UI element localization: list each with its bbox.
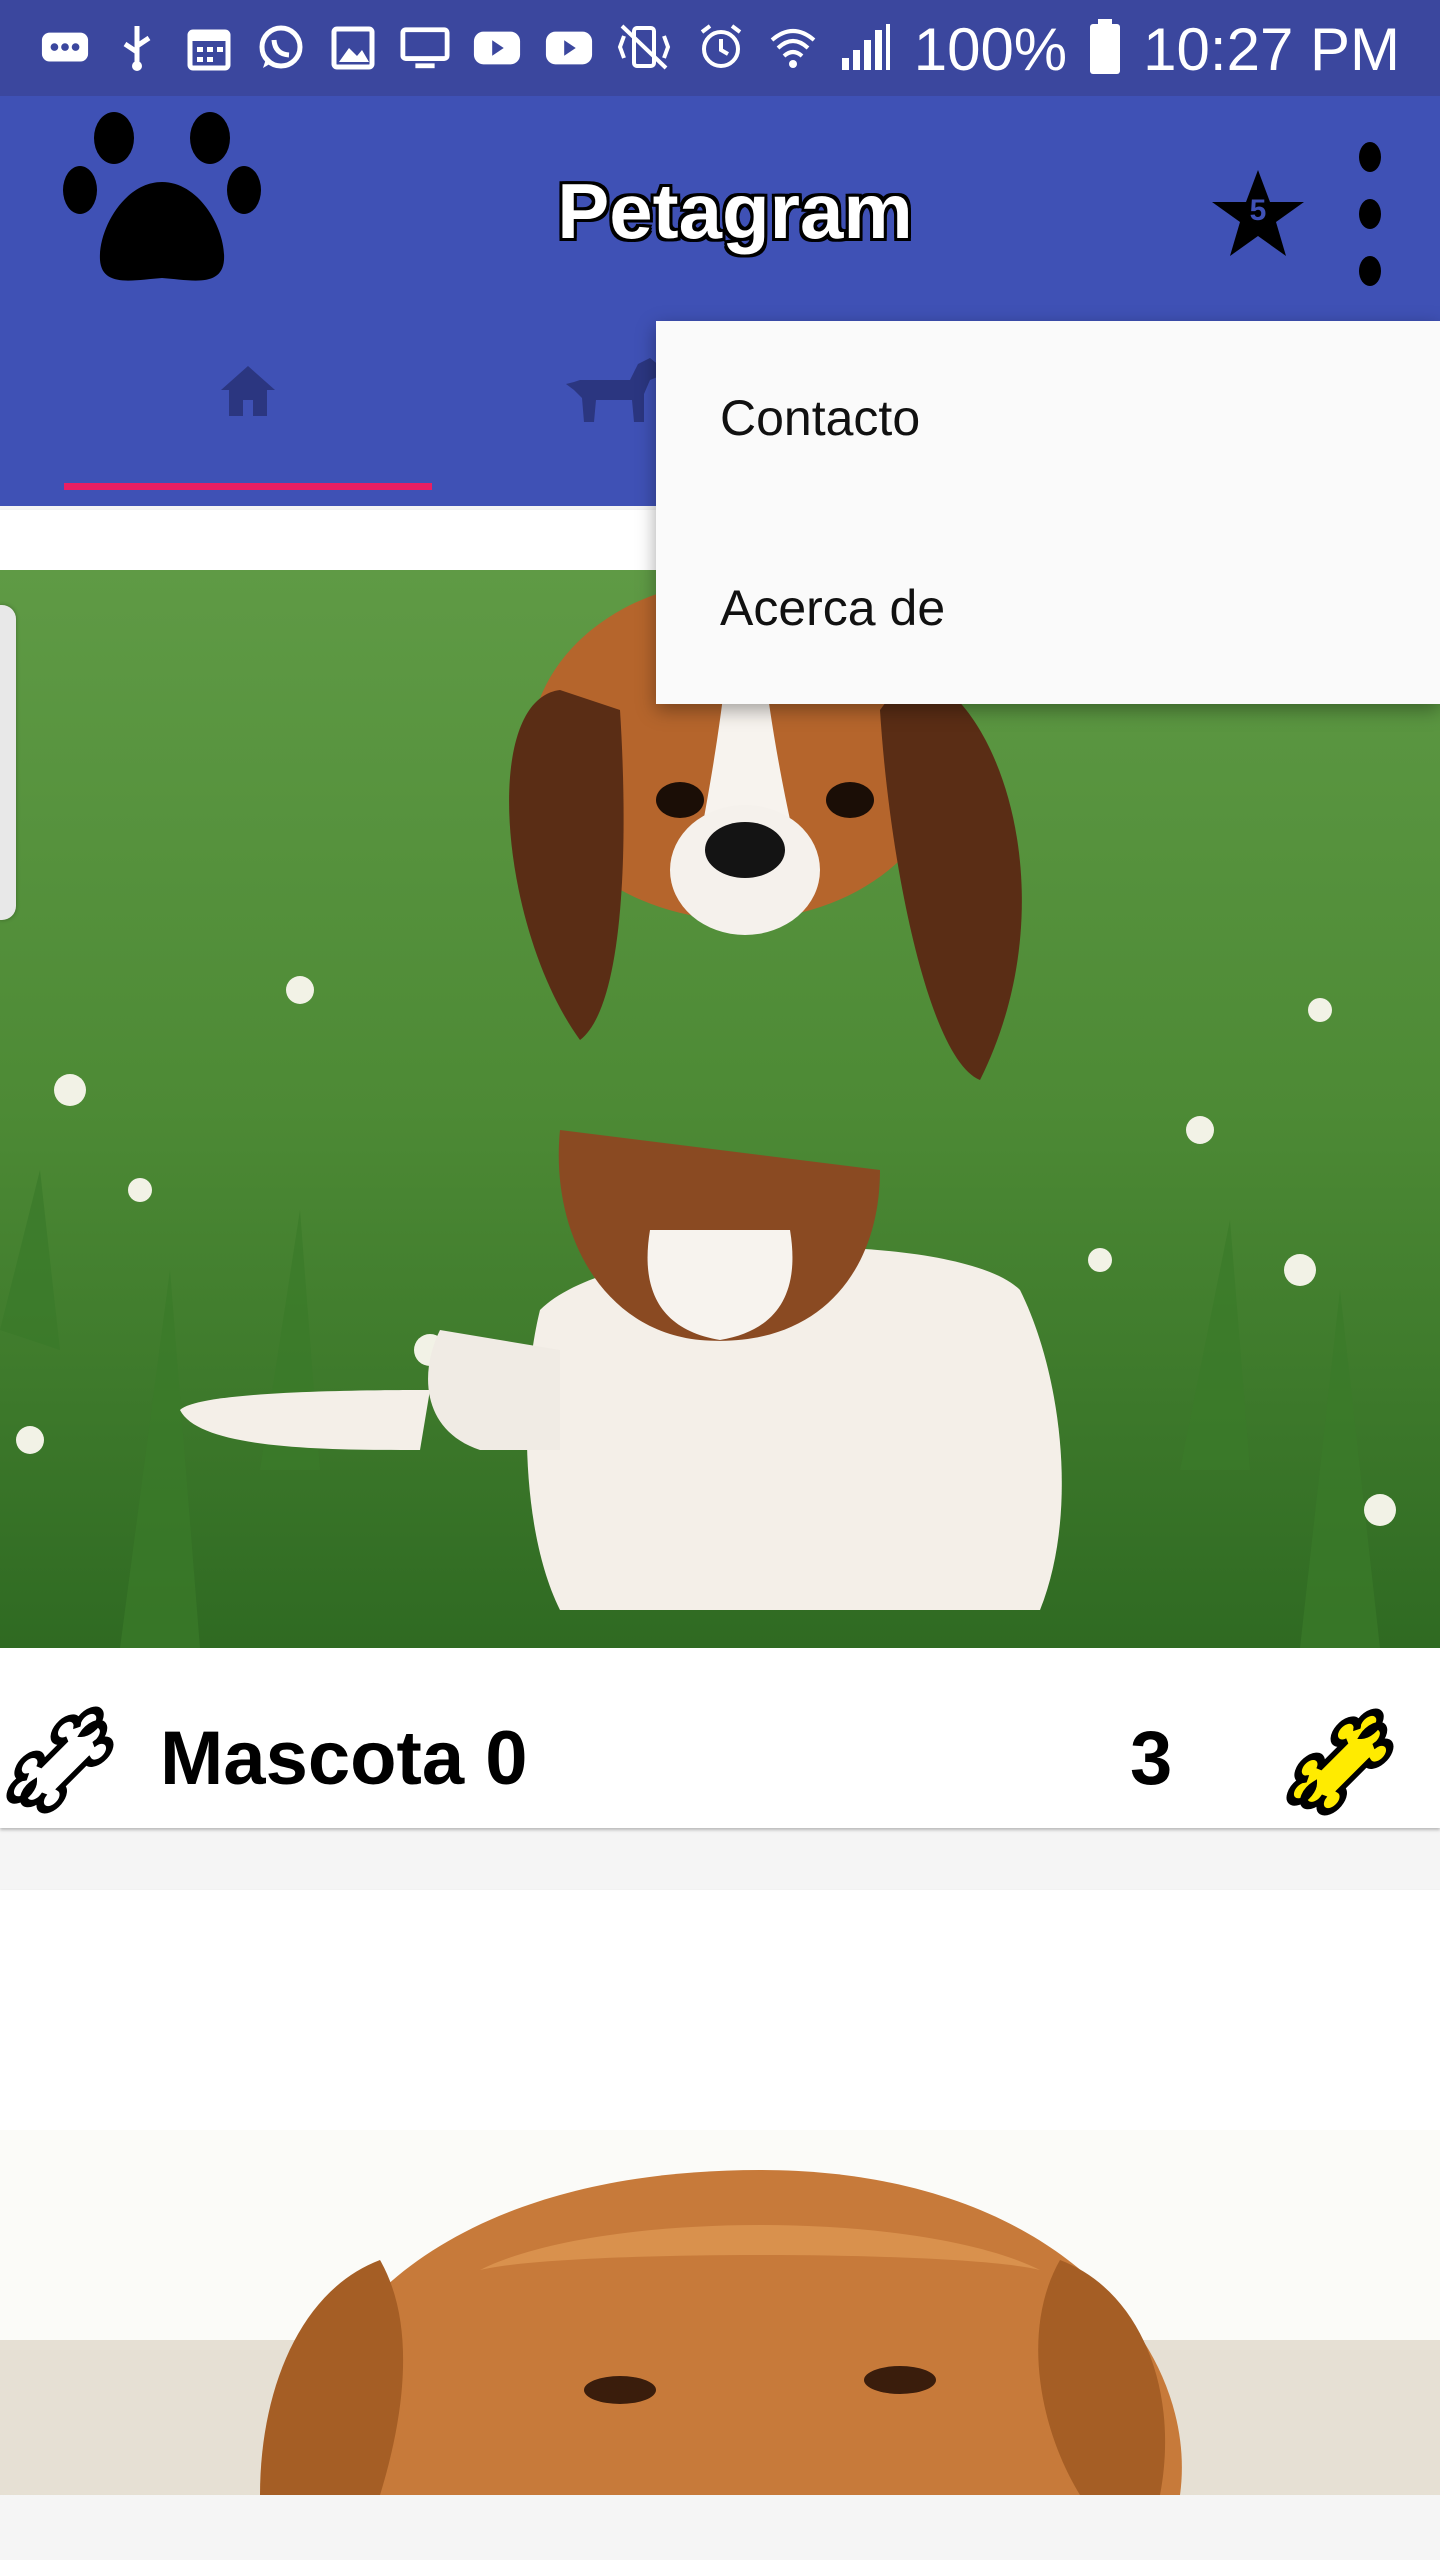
messages-icon: [40, 24, 90, 72]
bone-icon[interactable]: [0, 1700, 130, 1830]
pet-photo[interactable]: [0, 570, 1440, 1648]
tab-indicator: [64, 483, 432, 490]
tab-home[interactable]: [64, 330, 432, 490]
bone-like-icon[interactable]: [1280, 1702, 1410, 1832]
vibrate-mute-icon: [614, 22, 674, 76]
favorites-star-button[interactable]: 5: [1210, 166, 1306, 262]
battery-percentage: 100%: [913, 15, 1068, 83]
clock: 10:27 PM: [1143, 15, 1400, 83]
calendar-icon: [184, 24, 234, 72]
edge-panel-handle[interactable]: [0, 605, 16, 920]
pet-photo[interactable]: [0, 2130, 1440, 2495]
dot: [1359, 142, 1381, 172]
dot: [1359, 199, 1381, 229]
status-bar: 100% 10:27 PM: [0, 0, 1440, 96]
overflow-menu-button[interactable]: [1340, 134, 1400, 294]
signal-icon: [840, 22, 892, 76]
system-status: 100% 10:27 PM: [614, 14, 1400, 84]
overflow-popup-menu: Contacto Acerca de: [656, 321, 1440, 704]
notification-icons: [40, 20, 594, 76]
youtube-icon: [472, 24, 522, 72]
pet-name: Mascota 0: [160, 1716, 528, 1801]
home-icon: [221, 366, 275, 416]
wifi-icon: [768, 22, 818, 76]
menu-item-contacto[interactable]: Contacto: [720, 389, 920, 447]
dot: [1359, 256, 1381, 286]
youtube-icon: [544, 24, 594, 72]
battery-icon: [1089, 19, 1121, 79]
gallery-icon: [328, 24, 378, 72]
usb-icon: [112, 24, 162, 72]
favorites-count: 5: [1249, 194, 1267, 227]
like-count: 3: [1130, 1716, 1173, 1801]
alarm-icon: [696, 22, 746, 76]
menu-item-acerca-de[interactable]: Acerca de: [720, 579, 945, 637]
whatsapp-icon: [256, 24, 306, 72]
screen-cast-icon: [400, 24, 450, 72]
